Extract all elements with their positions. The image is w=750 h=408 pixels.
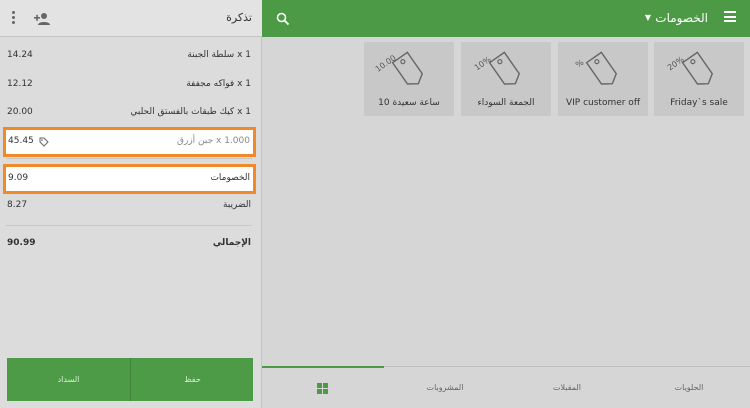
total-amount: 90.99	[7, 238, 36, 248]
tab-appetizers[interactable]: المقبلات	[506, 367, 628, 408]
discount-name: الجمعة السوداء	[477, 98, 535, 108]
discounts-amount: 9.09	[8, 173, 29, 183]
discount-tile[interactable]: % VIP customer off	[558, 42, 648, 116]
divider	[6, 158, 252, 159]
line-item-name: جبن أزرق x 1.000	[177, 136, 250, 146]
ticket-header: تذكرة	[0, 0, 262, 37]
line-item-price: 12.12	[7, 79, 33, 89]
ticket-line-item[interactable]: 14.24 سلطة الجبنة x 1	[3, 44, 256, 68]
ticket-line-item[interactable]: 12.12 فواكه مجففة x 1	[3, 73, 256, 97]
tab-drinks[interactable]: المشروبات	[384, 367, 506, 408]
discount-tile[interactable]: 20% Friday`s sale	[654, 42, 744, 116]
line-item-price: 14.24	[7, 50, 33, 60]
divider	[6, 225, 252, 226]
ticket-tax-row: 8.27 الضريبة	[3, 194, 256, 218]
ticket-title: تذكرة	[226, 11, 252, 24]
line-item-name: كيك طبقات بالفستق الحلبي x 1	[130, 107, 251, 117]
pay-button[interactable]: السداد	[7, 358, 130, 401]
more-vert-icon[interactable]	[10, 11, 16, 25]
ticket-line-item[interactable]: 20.00 كيك طبقات بالفستق الحلبي x 1	[3, 101, 256, 125]
tax-label: الضريبة	[222, 200, 251, 210]
tab-desserts[interactable]: الحلويات	[628, 367, 750, 408]
search-icon[interactable]	[276, 11, 290, 26]
line-item-name: سلطة الجبنة x 1	[187, 50, 251, 60]
category-tabs: المشروبات المقبلات الحلويات	[262, 366, 750, 408]
tab-all[interactable]	[262, 367, 384, 408]
discount-tile[interactable]: 10% الجمعة السوداء	[461, 42, 551, 116]
chevron-down-icon[interactable]: ▼	[645, 11, 651, 25]
discounts-label: الخصومات	[210, 173, 250, 183]
save-button[interactable]: حفظ	[131, 358, 254, 401]
discount-name: Friday`s sale	[670, 98, 728, 108]
discounts-toolbar: ▼ الخصومات	[262, 0, 750, 37]
add-person-icon[interactable]	[34, 11, 50, 25]
tax-amount: 8.27	[7, 200, 28, 210]
discount-name: VIP customer off	[565, 98, 641, 108]
discount-name: ساعة سعيدة 10	[378, 98, 440, 108]
ticket-panel: تذكرة 14.24 سلطة الجبنة x 1 12.12 فواكه …	[0, 0, 262, 408]
total-label: الإجمالي	[212, 238, 251, 248]
ticket-actions: السداد حفظ	[7, 358, 253, 401]
line-item-price: 20.00	[7, 107, 33, 117]
discount-tile[interactable]: 10.00 ساعة سعيدة 10	[364, 42, 454, 116]
ticket-total-row: 90.99 الإجمالي	[3, 232, 256, 256]
category-dropdown[interactable]: الخصومات	[655, 10, 708, 26]
discount-tag-icon	[39, 137, 49, 147]
line-item-price: 45.45	[8, 136, 34, 146]
menu-icon[interactable]	[724, 11, 736, 25]
ticket-discounts-row[interactable]: 9.09 الخصومات	[3, 164, 256, 194]
line-item-name: فواكه مجففة x 1	[186, 79, 251, 89]
ticket-line-item-highlighted[interactable]: 45.45 جبن أزرق x 1.000	[3, 127, 256, 157]
discount-grid: 20% Friday`s sale % VIP customer off 10%…	[262, 37, 750, 366]
grid-icon	[317, 383, 328, 394]
